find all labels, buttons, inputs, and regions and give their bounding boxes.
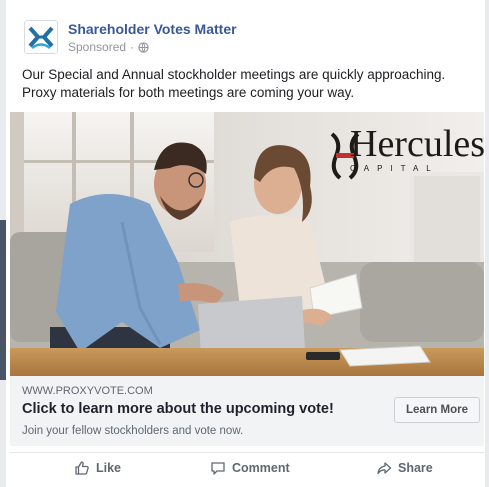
left-feed-edge: [0, 0, 6, 487]
link-domain: WWW.PROXYVOTE.COM: [22, 385, 153, 397]
sponsored-label: Sponsored ·: [68, 40, 149, 54]
share-label: Share: [398, 461, 433, 475]
sponsored-post-card: Shareholder Votes Matter Sponsored · Our…: [10, 6, 484, 482]
share-icon: [377, 462, 392, 475]
brand-logo-text: Hercules: [350, 123, 484, 165]
right-feed-edge: [485, 0, 489, 487]
learn-more-button[interactable]: Learn More: [394, 397, 480, 423]
post-text-line-2: Proxy materials for both meetings are co…: [22, 85, 355, 100]
post-text: Our Special and Annual stockholder meeti…: [22, 66, 482, 102]
post-header: Shareholder Votes Matter Sponsored ·: [10, 6, 484, 64]
share-button[interactable]: Share: [376, 453, 433, 483]
page-avatar-logo: [25, 21, 57, 53]
link-headline[interactable]: Click to learn more about the upcoming v…: [22, 401, 334, 417]
comment-label: Comment: [232, 461, 290, 475]
brand-logo-tagline: CAPITAL: [350, 164, 439, 173]
page-name-link[interactable]: Shareholder Votes Matter: [68, 21, 237, 37]
comment-icon: [211, 462, 225, 475]
post-actions-bar: Like Comment Share: [10, 452, 484, 483]
link-preview[interactable]: WWW.PROXYVOTE.COM Click to learn more ab…: [10, 376, 484, 446]
page-avatar[interactable]: [24, 20, 58, 54]
ad-image[interactable]: Hercules CAPITAL: [10, 112, 484, 376]
like-label: Like: [96, 461, 122, 475]
left-feed-edge-chip: [0, 220, 6, 380]
sponsored-text[interactable]: Sponsored: [68, 40, 126, 54]
link-description: Join your fellow stockholders and vote n…: [22, 425, 244, 437]
post-text-line-1: Our Special and Annual stockholder meeti…: [22, 67, 446, 82]
comment-button[interactable]: Comment: [210, 453, 290, 483]
like-button[interactable]: Like: [74, 453, 121, 483]
meta-separator: ·: [130, 40, 135, 54]
globe-icon[interactable]: [138, 41, 149, 53]
like-icon: [75, 461, 89, 475]
